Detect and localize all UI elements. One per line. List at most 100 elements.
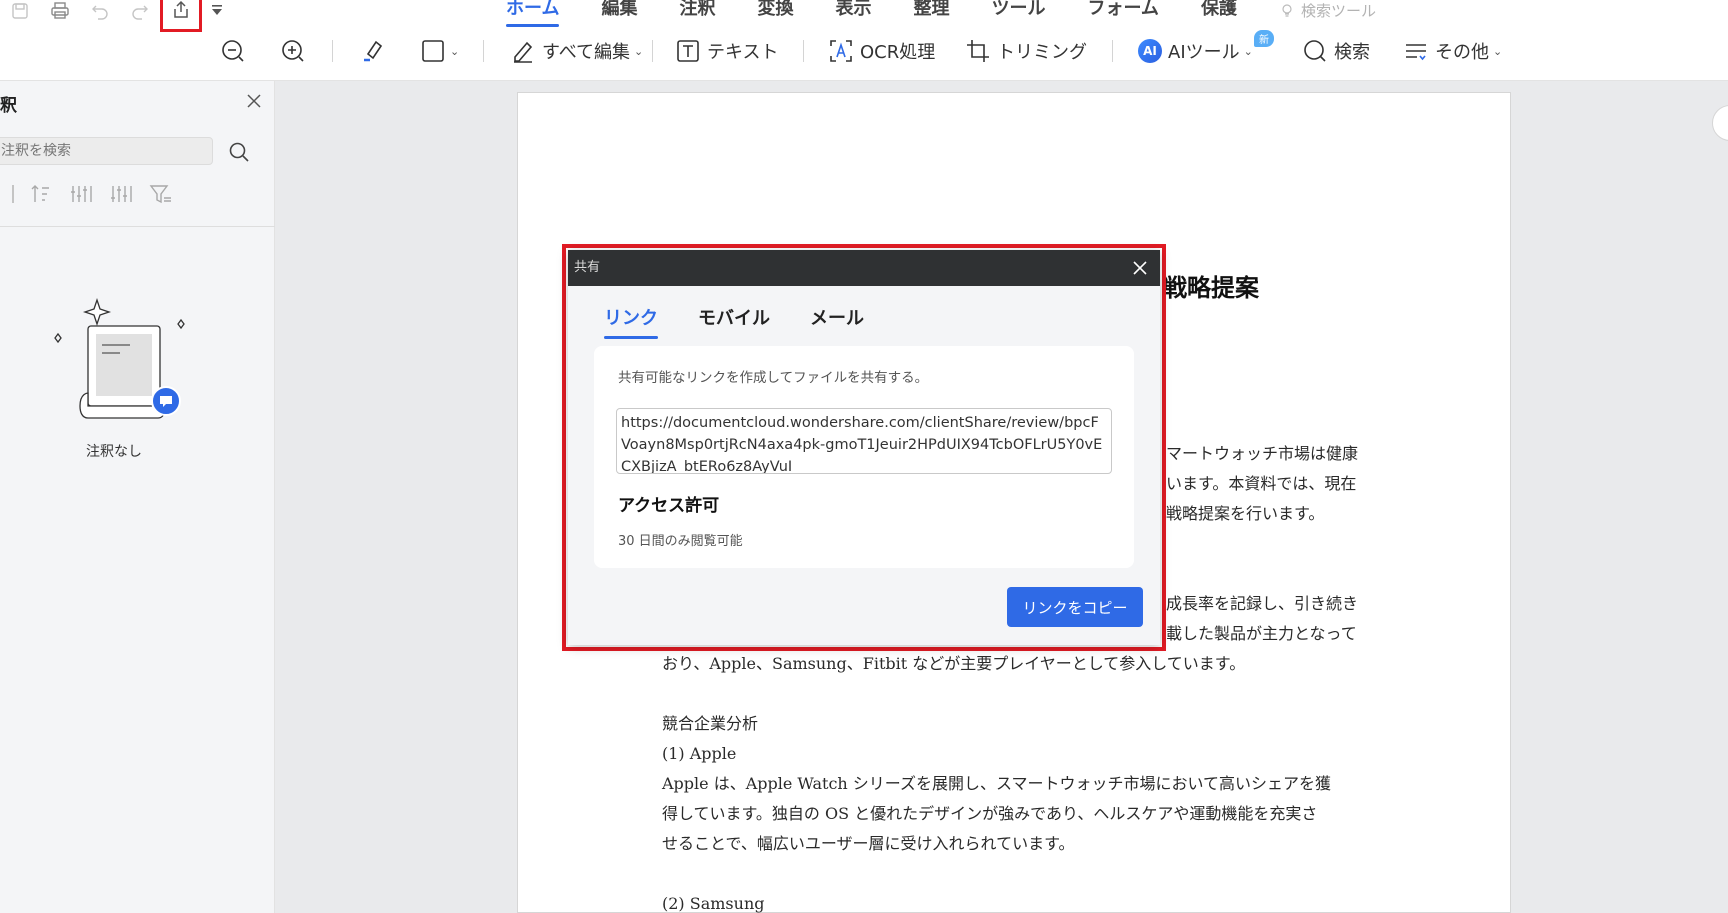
separator bbox=[12, 185, 14, 203]
document-line: Apple は、Apple Watch シリーズを展開し、スマートウォッチ市場に… bbox=[662, 774, 1332, 793]
search-icon bbox=[1304, 40, 1326, 62]
document-line: 載した製品が主力となって bbox=[1166, 624, 1357, 643]
highlight-button[interactable] bbox=[360, 34, 386, 68]
filter-toolbar bbox=[0, 181, 188, 207]
access-permission-detail: 30 日間のみ閲覧可能 bbox=[618, 534, 743, 549]
shape-button[interactable]: ⌄ bbox=[420, 34, 459, 68]
link-card: 共有可能なリンクを作成してファイルを共有する。 https://document… bbox=[594, 346, 1134, 568]
trim-button[interactable]: トリミング bbox=[965, 34, 1087, 68]
share-tabs: リンク モバイル メール bbox=[604, 304, 864, 339]
search-icon[interactable] bbox=[228, 141, 250, 163]
separator bbox=[332, 40, 333, 62]
divider bbox=[0, 226, 275, 227]
ai-tools-button[interactable]: AI AIツール ⌄ 新 bbox=[1138, 30, 1274, 68]
tab-edit[interactable]: 編集 bbox=[601, 0, 637, 22]
share-description: 共有可能なリンクを作成してファイルを共有する。 bbox=[618, 370, 929, 386]
chevron-down-icon: ⌄ bbox=[1493, 44, 1503, 58]
comment-search-input[interactable] bbox=[0, 137, 213, 165]
tab-email[interactable]: メール bbox=[810, 304, 864, 336]
print-icon[interactable] bbox=[40, 0, 80, 22]
qat-dropdown-icon[interactable] bbox=[202, 0, 232, 22]
document-line: マートウォッチ市場は健康 bbox=[1166, 444, 1359, 463]
document-title: 戦略提案 bbox=[1163, 274, 1259, 302]
tab-tools[interactable]: ツール bbox=[991, 0, 1045, 22]
access-permission-heading: アクセス許可 bbox=[618, 496, 720, 516]
chevron-down-icon: ⌄ bbox=[634, 44, 644, 58]
tab-protect[interactable]: 保護 bbox=[1201, 0, 1237, 22]
share-dialog: 共有 リンク モバイル メール 共有可能なリンクを作成してファイルを共有する。 … bbox=[568, 250, 1160, 645]
ribbon-tabs: ホーム 編集 注釈 変換 表示 整理 ツール フォーム 保護 検索ツール bbox=[506, 0, 1418, 27]
edit-all-button[interactable]: すべて編集 ⌄ bbox=[510, 34, 643, 68]
dialog-header: 共有 bbox=[568, 250, 1160, 286]
zoom-out-button[interactable] bbox=[220, 34, 246, 68]
document-line: (2) Samsung bbox=[662, 894, 765, 913]
type-filter-icon[interactable] bbox=[108, 182, 134, 206]
filter-icon[interactable] bbox=[148, 182, 174, 206]
rectangle-icon bbox=[422, 40, 444, 62]
sort-icon[interactable] bbox=[28, 182, 54, 206]
panel-title: 釈 bbox=[0, 96, 17, 116]
text-box-icon bbox=[677, 40, 699, 62]
separator bbox=[652, 40, 653, 62]
trim-label: トリミング bbox=[997, 42, 1087, 63]
comments-panel: 釈 注釈なし bbox=[0, 81, 275, 913]
tab-view[interactable]: 表示 bbox=[835, 0, 871, 22]
save-icon[interactable] bbox=[0, 0, 40, 22]
document-line: 戦略提案を行います。 bbox=[1166, 504, 1325, 523]
lightbulb-icon bbox=[1282, 4, 1292, 17]
document-line: (1) Apple bbox=[662, 744, 737, 763]
home-tool-row: ⌄ すべて編集 ⌄ テキスト OCR処理 トリミング AI AIツール ⌄ 新 bbox=[0, 30, 1728, 68]
more-button[interactable]: その他 ⌄ bbox=[1403, 34, 1502, 68]
document-line: せることで、幅広いユーザー層に受け入れられています。 bbox=[662, 834, 1075, 853]
tab-comment[interactable]: 注釈 bbox=[679, 0, 715, 22]
tab-form[interactable]: フォーム bbox=[1087, 0, 1158, 22]
document-line: 成長率を記録し、引き続き bbox=[1166, 594, 1359, 613]
quick-access-toolbar bbox=[0, 0, 232, 32]
document-line: います。本資料では、現在 bbox=[1166, 474, 1357, 493]
close-icon[interactable] bbox=[1132, 260, 1148, 276]
share-link-field[interactable]: https://documentcloud.wondershare.com/cl… bbox=[616, 408, 1112, 474]
top-toolbar: ホーム 編集 注釈 変換 表示 整理 ツール フォーム 保護 検索ツール ⌄ す… bbox=[0, 0, 1728, 81]
pen-icon bbox=[514, 41, 533, 63]
highlighter-icon bbox=[364, 40, 383, 62]
text-button[interactable]: テキスト bbox=[675, 34, 778, 68]
chevron-down-icon: ⌄ bbox=[450, 44, 460, 58]
text-label: テキスト bbox=[707, 42, 779, 63]
ai-icon: AI bbox=[1138, 39, 1162, 63]
separator bbox=[483, 40, 484, 62]
document-line: 競合企業分析 bbox=[662, 714, 759, 733]
chevron-down-icon: ⌄ bbox=[1243, 44, 1253, 58]
undo-icon[interactable] bbox=[80, 0, 120, 22]
ai-tools-label: AIツール bbox=[1168, 42, 1240, 63]
separator bbox=[803, 40, 804, 62]
tab-link[interactable]: リンク bbox=[604, 304, 658, 339]
tab-mobile[interactable]: モバイル bbox=[698, 304, 770, 336]
search-tools-hint[interactable]: 検索ツール bbox=[1279, 0, 1376, 22]
ocr-icon bbox=[830, 40, 852, 62]
author-filter-icon[interactable] bbox=[68, 182, 94, 206]
zoom-out-icon bbox=[222, 40, 244, 62]
copy-link-button[interactable]: リンクをコピー bbox=[1007, 587, 1143, 627]
search-label: 検索 bbox=[1334, 42, 1370, 63]
more-menu-icon bbox=[1406, 44, 1426, 61]
search-tools-label: 検索ツール bbox=[1300, 2, 1376, 20]
document-line: おり、Apple、Samsung、Fitbit などが主要プレイヤーとして参入し… bbox=[662, 654, 1246, 673]
ocr-button[interactable]: OCR処理 bbox=[828, 34, 935, 68]
zoom-in-icon bbox=[282, 40, 304, 62]
tab-home[interactable]: ホーム bbox=[506, 0, 560, 27]
zoom-in-button[interactable] bbox=[280, 34, 306, 68]
dialog-title: 共有 bbox=[574, 260, 601, 275]
document-line: 得しています。独自の OS と優れたデザインが強みであり、ヘルスケアや運動機能を… bbox=[662, 804, 1318, 823]
tab-organize[interactable]: 整理 bbox=[913, 0, 949, 22]
empty-comments-text: 注釈なし bbox=[86, 444, 142, 460]
close-icon[interactable] bbox=[244, 91, 264, 111]
share-button[interactable] bbox=[160, 0, 202, 32]
crop-icon bbox=[967, 40, 989, 62]
search-button[interactable]: 検索 bbox=[1302, 34, 1370, 68]
more-label: その他 bbox=[1435, 42, 1489, 63]
edit-all-label: すべて編集 bbox=[542, 42, 631, 63]
tab-convert[interactable]: 変換 bbox=[757, 0, 793, 22]
empty-comments-illustration bbox=[54, 297, 185, 419]
redo-icon[interactable] bbox=[120, 0, 160, 22]
new-badge: 新 bbox=[1254, 30, 1274, 47]
